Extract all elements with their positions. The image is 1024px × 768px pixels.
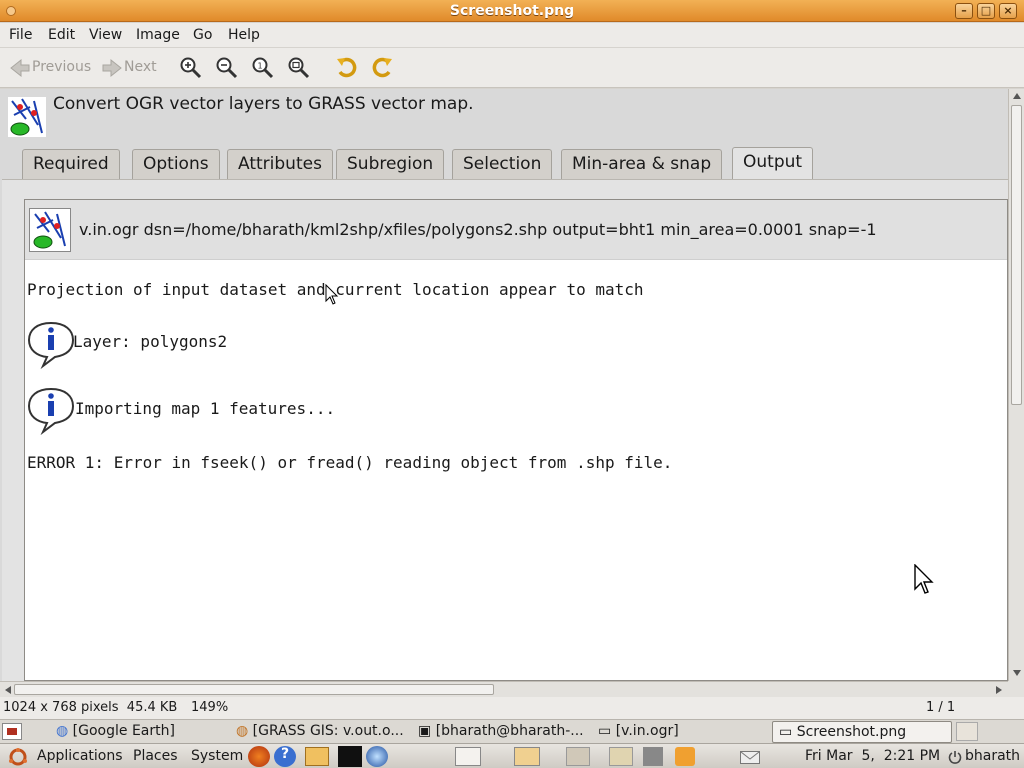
menu-go[interactable]: Go (193, 27, 212, 43)
toolbar: Previous Next 1 (0, 48, 1024, 88)
ubuntu-logo-icon (9, 748, 27, 766)
menu-view[interactable]: View (89, 27, 122, 43)
task-label: [GRASS GIS: v.out.o... (252, 723, 404, 739)
error-message: ERROR 1: Error in fseek() or fread() rea… (27, 453, 673, 472)
vertical-scroll-thumb[interactable] (1011, 105, 1022, 405)
home-folder-launcher-icon[interactable] (305, 747, 329, 766)
task-label: [v.in.ogr] (615, 723, 679, 739)
command-bar: v.in.ogr dsn=/home/bharath/kml2shp/xfile… (25, 200, 1007, 260)
mail-icon[interactable] (740, 751, 760, 764)
vertical-scrollbar[interactable] (1008, 89, 1024, 681)
scroll-right-icon[interactable] (995, 685, 1003, 695)
info-icon (27, 321, 75, 370)
scroll-down-icon[interactable] (1012, 669, 1022, 677)
menu-help[interactable]: Help (228, 27, 260, 43)
module-description: Convert OGR vector layers to GRASS vecto… (53, 94, 474, 114)
mouse-cursor-icon (914, 564, 934, 594)
task-screenshot[interactable]: ▭ Screenshot.png (772, 721, 952, 743)
window-titlebar[interactable]: Screenshot.png – □ × (0, 0, 1024, 22)
mouse-cursor-icon (325, 284, 339, 305)
next-button[interactable]: Next (124, 59, 157, 75)
previous-button[interactable]: Previous (32, 59, 91, 75)
rotate-left-icon[interactable] (335, 56, 359, 80)
task-google-earth[interactable]: ◍ [Google Earth] (50, 721, 181, 743)
system-menu[interactable]: System (191, 748, 243, 764)
zoom-level: 149% (191, 700, 229, 715)
workspace-2-icon[interactable] (514, 747, 540, 766)
update-applet-icon[interactable] (609, 747, 633, 766)
google-earth-launcher-icon[interactable] (366, 746, 388, 767)
user-name[interactable]: bharath (965, 748, 1020, 764)
tab-attributes[interactable]: Attributes (227, 149, 333, 179)
workspace-1-icon[interactable] (455, 747, 481, 766)
menubar: File Edit View Image Go Help (0, 23, 1024, 47)
maximize-button[interactable]: □ (977, 3, 995, 19)
image-dimensions: 1024 x 768 pixels 45.4 KB (3, 700, 178, 715)
rotate-right-icon[interactable] (370, 56, 394, 80)
horizontal-scroll-thumb[interactable] (14, 684, 494, 695)
task-label: [Google Earth] (72, 723, 175, 739)
trash-applet-icon[interactable] (956, 722, 978, 741)
close-button[interactable]: × (999, 3, 1017, 19)
task-terminal[interactable]: ▣ [bharath@bharath-... (412, 721, 590, 743)
calculator-applet-icon[interactable] (643, 747, 663, 766)
tab-min-area-snap[interactable]: Min-area & snap (561, 149, 723, 179)
horizontal-scrollbar[interactable] (0, 681, 1008, 697)
scroll-left-icon[interactable] (4, 685, 12, 695)
svg-text:1: 1 (258, 62, 263, 71)
next-arrow-icon (102, 58, 122, 78)
recycle-applet-icon[interactable] (675, 747, 695, 766)
zoom-fit-icon[interactable] (287, 56, 311, 80)
layer-message: Layer: polygons2 (73, 332, 228, 351)
zoom-out-icon[interactable] (215, 56, 239, 80)
zoom-in-icon[interactable] (179, 56, 203, 80)
menu-edit[interactable]: Edit (48, 27, 75, 43)
previous-arrow-icon (10, 58, 30, 78)
task-label: Screenshot.png (796, 724, 907, 740)
grass-module-icon (8, 97, 46, 137)
tab-subregion[interactable]: Subregion (336, 149, 445, 179)
window-list: ◍ [Google Earth] ◍ [GRASS GIS: v.out.o..… (0, 719, 1024, 743)
info-icon (27, 387, 75, 436)
show-desktop-icon[interactable] (2, 723, 22, 740)
scroll-up-icon[interactable] (1012, 92, 1022, 100)
clock[interactable]: Fri Mar 5, 2:21 PM (805, 748, 940, 764)
task-label: [bharath@bharath-... (435, 723, 584, 739)
gnome-panel: Applications Places System ? Fri Mar 5, … (0, 743, 1024, 768)
minimize-button[interactable]: – (955, 3, 973, 19)
power-icon[interactable] (948, 750, 962, 764)
places-menu[interactable]: Places (133, 748, 178, 764)
tab-required[interactable]: Required (22, 149, 120, 179)
statusbar: 1024 x 768 pixels 45.4 KB 149% 1 / 1 (0, 697, 1024, 719)
network-applet-icon[interactable] (566, 747, 590, 766)
task-grass-gis[interactable]: ◍ [GRASS GIS: v.out.o... (230, 721, 410, 743)
terminal-launcher-icon[interactable] (338, 746, 362, 767)
tab-selection[interactable]: Selection (452, 149, 553, 179)
importing-message: Importing map 1 features... (75, 399, 336, 418)
window-title: Screenshot.png (449, 3, 575, 19)
tab-options[interactable]: Options (132, 149, 220, 179)
help-launcher-icon[interactable]: ? (274, 746, 296, 767)
tab-output[interactable]: Output (732, 147, 814, 179)
scroll-corner (1008, 681, 1024, 697)
output-console[interactable]: v.in.ogr dsn=/home/bharath/kml2shp/xfile… (24, 199, 1008, 681)
zoom-normal-icon[interactable]: 1 (251, 56, 275, 80)
task-v-in-ogr[interactable]: ▭ [v.in.ogr] (592, 721, 685, 743)
image-viewer[interactable]: Convert OGR vector layers to GRASS vecto… (0, 89, 1008, 681)
command-text: v.in.ogr dsn=/home/bharath/kml2shp/xfile… (79, 220, 877, 239)
page-indicator: 1 / 1 (926, 700, 956, 715)
menu-image[interactable]: Image (136, 27, 180, 43)
firefox-launcher-icon[interactable] (248, 746, 270, 767)
applications-menu[interactable]: Applications (37, 748, 123, 764)
menu-file[interactable]: File (9, 27, 32, 43)
grass-command-icon (29, 208, 71, 252)
